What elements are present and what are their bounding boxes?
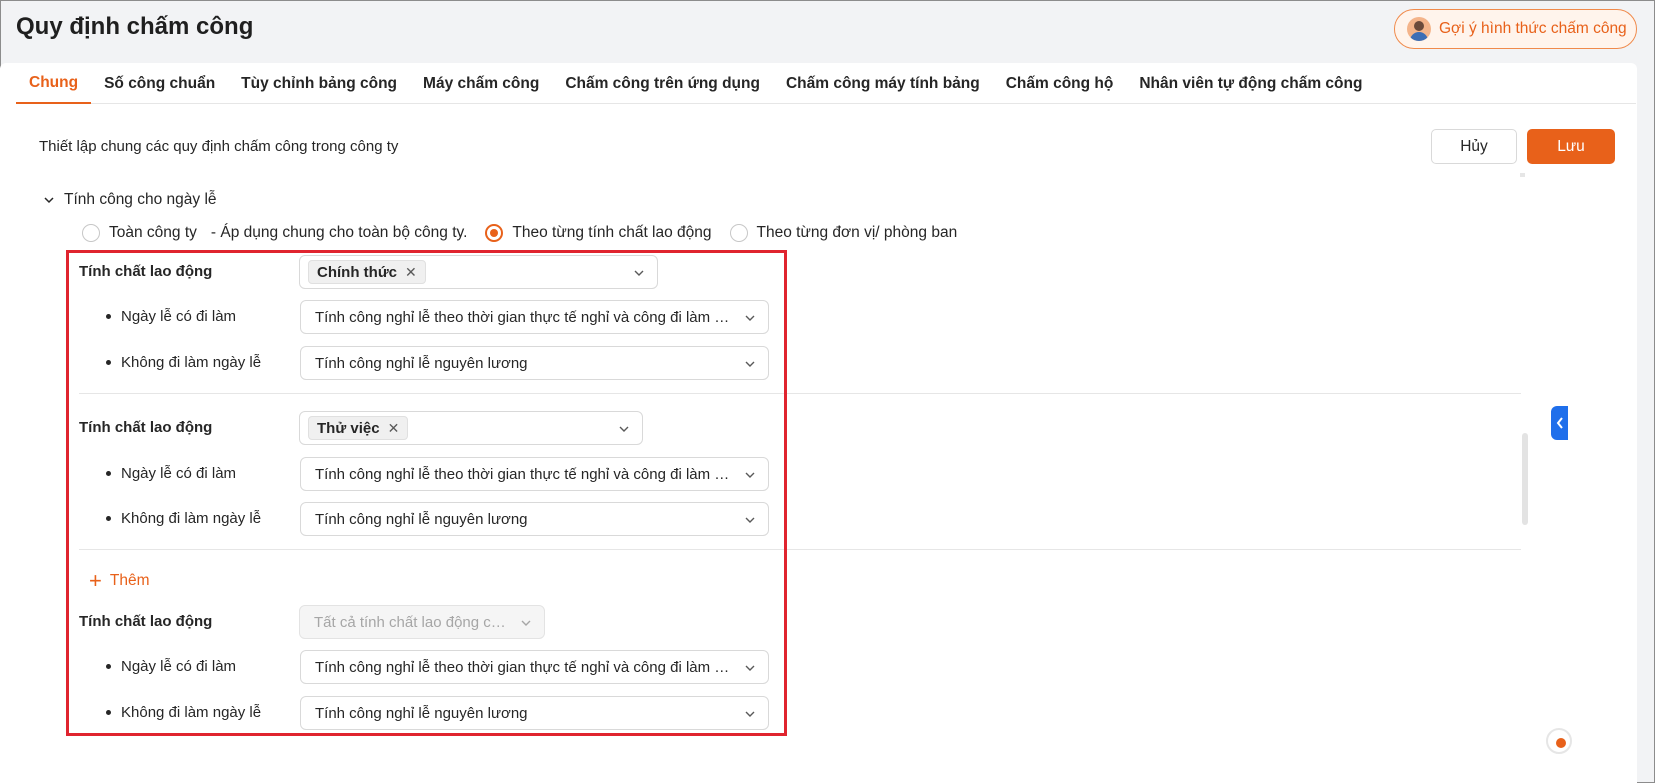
tab-chung[interactable]: Chung <box>16 63 92 104</box>
avatar-icon <box>1407 17 1431 41</box>
tab-tuy-chinh-bang-cong[interactable]: Tùy chỉnh bảng công <box>228 63 410 104</box>
labor-type-tag-label: Thử việc <box>317 419 380 437</box>
holiday-work-value: Tính công nghỉ lễ theo thời gian thực tế… <box>315 465 734 483</box>
chevron-down-icon <box>44 197 54 204</box>
chevron-down-icon <box>745 315 755 321</box>
group-divider <box>79 549 1521 550</box>
tab-cham-cong-may-tinh-bang[interactable]: Chấm công máy tính bảng <box>773 63 993 104</box>
labor-type-select[interactable]: Thử việc ✕ <box>299 411 643 445</box>
holiday-off-label: Không đi làm ngày lễ <box>106 354 261 371</box>
chevron-down-icon <box>745 711 755 717</box>
holiday-off-select[interactable]: Tính công nghỉ lễ nguyên lương <box>300 696 769 730</box>
suggest-attendance-button[interactable]: Gợi ý hình thức chấm công <box>1394 9 1637 49</box>
tab-cham-cong-ung-dung[interactable]: Chấm công trên ứng dụng <box>552 63 773 104</box>
radio-labor-type[interactable] <box>485 224 504 242</box>
floating-help-button[interactable] <box>1546 728 1572 754</box>
save-button[interactable]: Lưu <box>1527 129 1615 164</box>
tab-nhan-vien-tu-dong[interactable]: Nhân viên tự động chấm công <box>1126 63 1375 104</box>
tab-bar: Chung Số công chuẩn Tùy chỉnh bảng công … <box>16 63 1636 104</box>
chevron-left-icon <box>1556 417 1563 429</box>
tab-so-cong-chuan[interactable]: Số công chuẩn <box>91 63 228 104</box>
chevron-down-icon <box>619 426 629 432</box>
holiday-off-value: Tính công nghỉ lễ nguyên lương <box>315 704 528 722</box>
labor-type-tag: Chính thức ✕ <box>308 260 426 284</box>
holiday-scope-radio-group: Toàn công ty - Áp dụng chung cho toàn bộ… <box>82 224 975 242</box>
content-panel: Chung Số công chuẩn Tùy chỉnh bảng công … <box>0 63 1637 783</box>
labor-type-label: Tính chất lao động <box>79 263 213 280</box>
tab-may-cham-cong[interactable]: Máy chấm công <box>410 63 552 104</box>
tab-cham-cong-ho[interactable]: Chấm công hộ <box>993 63 1127 104</box>
radio-department-label: Theo từng đơn vị/ phòng ban <box>756 224 958 241</box>
holiday-work-select[interactable]: Tính công nghỉ lễ theo thời gian thực tế… <box>300 300 769 334</box>
plus-icon: + <box>89 568 102 593</box>
scrollbar-thumb[interactable] <box>1522 433 1528 525</box>
holiday-work-select[interactable]: Tính công nghỉ lễ theo thời gian thực tế… <box>300 650 769 684</box>
section-description: Thiết lập chung các quy định chấm công t… <box>39 138 399 155</box>
holiday-off-select[interactable]: Tính công nghỉ lễ nguyên lương <box>300 346 769 380</box>
holiday-section-title: Tính công cho ngày lễ <box>64 191 217 208</box>
chevron-down-icon <box>521 620 531 626</box>
holiday-work-label: Ngày lễ có đi làm <box>106 308 236 325</box>
chevron-down-icon <box>745 361 755 367</box>
scrollbar-top-marker <box>1520 173 1525 177</box>
radio-company-label: Toàn công ty <box>109 224 197 241</box>
holiday-off-value: Tính công nghỉ lễ nguyên lương <box>315 510 528 528</box>
add-group-button[interactable]: + Thêm <box>89 570 149 592</box>
page-title: Quy định chấm công <box>16 13 254 40</box>
radio-option-department[interactable]: Theo từng đơn vị/ phòng ban <box>729 224 958 242</box>
group-divider <box>79 393 1521 394</box>
holiday-section-toggle[interactable]: Tính công cho ngày lễ <box>44 191 217 209</box>
chevron-down-icon <box>745 665 755 671</box>
radio-option-company[interactable]: Toàn công ty - Áp dụng chung cho toàn bộ… <box>82 224 467 242</box>
labor-type-label: Tính chất lao động <box>79 613 213 630</box>
labor-type-select[interactable]: Chính thức ✕ <box>299 255 658 289</box>
labor-type-tag-label: Chính thức <box>317 263 398 281</box>
holiday-off-value: Tính công nghỉ lễ nguyên lương <box>315 354 528 372</box>
side-panel-toggle[interactable] <box>1551 406 1568 440</box>
holiday-work-label: Ngày lễ có đi làm <box>106 658 236 675</box>
radio-department[interactable] <box>729 224 748 242</box>
labor-type-placeholder: Tất cả tính chất lao động cò... <box>314 613 510 631</box>
suggest-attendance-label: Gợi ý hình thức chấm công <box>1439 20 1627 37</box>
radio-option-labor-type[interactable]: Theo từng tính chất lao động <box>485 224 712 242</box>
add-group-label: Thêm <box>109 572 150 589</box>
radio-company-note: - Áp dụng chung cho toàn bộ công ty. <box>210 224 468 241</box>
chevron-down-icon <box>745 472 755 478</box>
chevron-down-icon <box>745 517 755 523</box>
holiday-work-label: Ngày lễ có đi làm <box>106 465 236 482</box>
labor-type-select-disabled: Tất cả tính chất lao động cò... <box>299 605 545 639</box>
labor-type-label: Tính chất lao động <box>79 419 213 436</box>
close-icon[interactable]: ✕ <box>388 420 400 437</box>
cancel-button[interactable]: Hủy <box>1431 129 1517 164</box>
radio-labor-type-label: Theo từng tính chất lao động <box>512 224 712 241</box>
close-icon[interactable]: ✕ <box>405 264 417 281</box>
labor-type-tag: Thử việc ✕ <box>308 416 409 440</box>
holiday-off-label: Không đi làm ngày lễ <box>106 510 261 527</box>
holiday-work-value: Tính công nghỉ lễ theo thời gian thực tế… <box>315 308 734 326</box>
holiday-work-select[interactable]: Tính công nghỉ lễ theo thời gian thực tế… <box>300 457 769 491</box>
radio-company[interactable] <box>82 224 100 242</box>
chevron-down-icon <box>634 270 644 276</box>
holiday-off-label: Không đi làm ngày lễ <box>106 704 261 721</box>
holiday-off-select[interactable]: Tính công nghỉ lễ nguyên lương <box>300 502 769 536</box>
holiday-work-value: Tính công nghỉ lễ theo thời gian thực tế… <box>315 658 734 676</box>
